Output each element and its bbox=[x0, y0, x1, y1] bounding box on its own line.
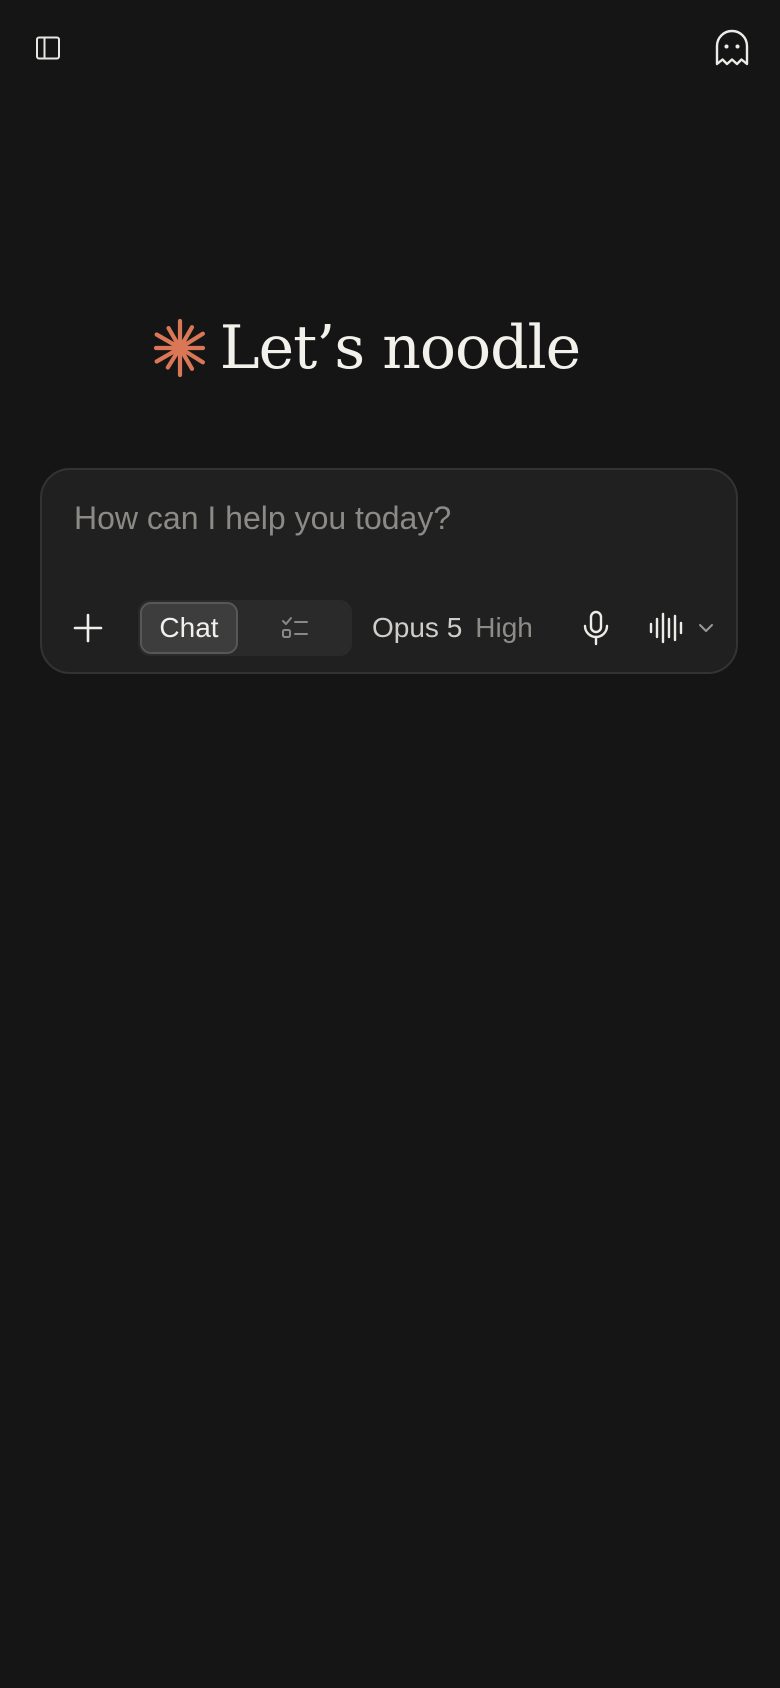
waveform-icon bbox=[649, 612, 683, 644]
greeting-title: Let’s noodle bbox=[219, 313, 581, 383]
starburst-logo-icon bbox=[153, 318, 205, 378]
task-list-icon bbox=[282, 617, 308, 638]
model-selector[interactable]: Opus 5 High bbox=[372, 604, 533, 652]
chat-mode-button[interactable]: Chat bbox=[140, 602, 238, 654]
incognito-button[interactable] bbox=[708, 24, 756, 72]
app-screen: Let’s noodle Chat Opu bbox=[0, 0, 780, 1688]
dictation-button[interactable] bbox=[570, 602, 622, 654]
microphone-icon bbox=[583, 610, 609, 646]
model-name: Opus 5 bbox=[372, 612, 463, 643]
model-effort: High bbox=[475, 612, 533, 643]
mode-toggle: Chat bbox=[138, 600, 352, 656]
chevron-down-icon bbox=[699, 624, 713, 632]
ghost-icon bbox=[715, 29, 749, 66]
sidebar-toggle-icon bbox=[36, 36, 60, 60]
add-attachment-button[interactable] bbox=[66, 606, 110, 650]
task-mode-button[interactable] bbox=[250, 604, 340, 652]
message-composer: Chat Opus 5 High bbox=[40, 468, 738, 674]
greeting: Let’s noodle bbox=[0, 318, 755, 378]
plus-icon bbox=[73, 613, 103, 643]
chat-mode-label: Chat bbox=[159, 612, 219, 643]
prompt-input[interactable] bbox=[72, 492, 696, 544]
voice-mode-button[interactable] bbox=[640, 602, 722, 654]
sidebar-toggle-button[interactable] bbox=[26, 26, 70, 70]
